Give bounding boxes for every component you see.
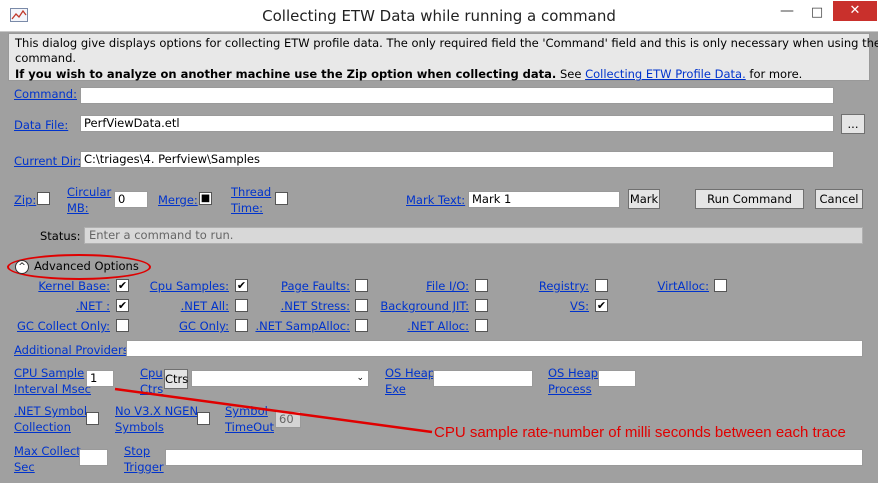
annotation-line xyxy=(114,387,433,434)
annotation-text: CPU sample rate-number of milli seconds … xyxy=(434,424,846,441)
